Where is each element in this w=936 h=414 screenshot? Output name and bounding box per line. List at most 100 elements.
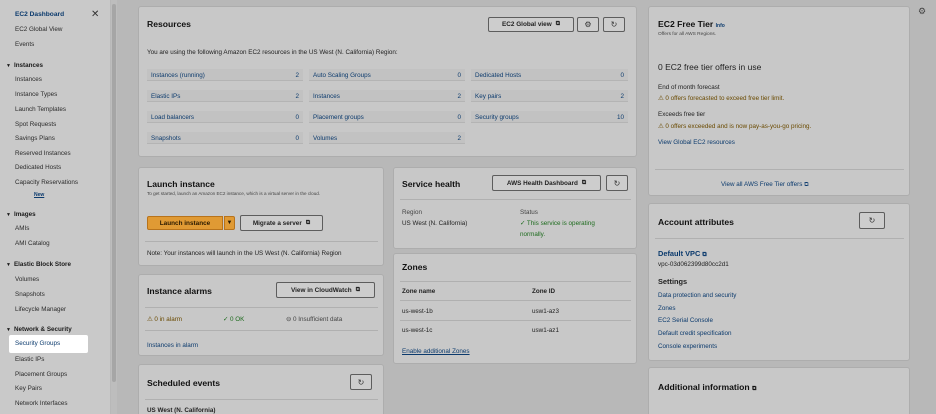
resource-label: Key pairs: [475, 93, 502, 100]
external-link-icon: ⧉: [305, 219, 311, 226]
zones-link[interactable]: Zones: [658, 305, 676, 312]
refresh-icon[interactable]: ↻: [606, 175, 628, 191]
ec2-serial-console-link[interactable]: EC2 Serial Console: [658, 317, 713, 324]
sidebar-item-events[interactable]: Events: [15, 41, 34, 48]
launch-instance-description: To get started, launch an Amazon EC2 ins…: [147, 191, 321, 196]
data-protection-link[interactable]: Data protection and security: [658, 292, 736, 299]
resource-cell[interactable]: Snapshots 0: [147, 132, 303, 144]
resources-title: Resources: [147, 19, 191, 29]
sidebar-item-key-pairs[interactable]: Key Pairs: [15, 385, 42, 392]
resource-cell[interactable]: Placement groups 0: [309, 111, 465, 123]
region-value: US West (N. California): [402, 220, 468, 227]
ok-count[interactable]: ✓ 0 OK: [223, 316, 244, 323]
insufficient-data-count[interactable]: ⊖ 0 Insufficient data: [286, 316, 342, 323]
sidebar-item-lifecycle-manager[interactable]: Lifecycle Manager: [15, 306, 66, 313]
sidebar-item-capacity-reservations[interactable]: Capacity Reservations: [15, 179, 78, 186]
caret-down-icon: ▼: [6, 212, 11, 218]
resource-cell[interactable]: Instances (running) 2: [147, 69, 303, 81]
view-in-cloudwatch-button[interactable]: View in CloudWatch ⧉: [276, 282, 375, 298]
settings-gear-icon[interactable]: ⚙: [918, 6, 926, 17]
status-text: This service is operating: [526, 220, 595, 227]
external-link-icon: ⧉: [752, 386, 757, 392]
caret-down-icon: ▼: [6, 262, 11, 268]
exceeds-label: Exceeds free tier: [658, 111, 706, 118]
sidebar-item-reserved-instances[interactable]: Reserved Instances: [15, 150, 71, 157]
divider: [655, 169, 904, 170]
resource-cell[interactable]: Key pairs 2: [471, 90, 628, 102]
sidebar-title[interactable]: EC2 Dashboard: [15, 11, 64, 18]
resource-label: Auto Scaling Groups: [313, 72, 371, 79]
resource-cell[interactable]: Instances 2: [309, 90, 465, 102]
resource-count: 2: [457, 135, 461, 142]
view-global-ec2-link[interactable]: View Global EC2 resources: [658, 139, 735, 146]
sidebar-section-images[interactable]: ▼ Images: [6, 211, 36, 218]
refresh-icon[interactable]: ↻: [859, 212, 885, 229]
sidebar-item-placement-groups[interactable]: Placement Groups: [15, 371, 67, 378]
divider: [145, 399, 378, 400]
caret-down-icon: ▼: [6, 63, 11, 69]
resource-label: Volumes: [313, 135, 338, 142]
resource-count: 0: [295, 135, 299, 142]
in-alarm-count[interactable]: ⚠ 0 in alarm: [147, 316, 182, 323]
account-attributes-title: Account attributes: [658, 217, 734, 227]
button-label: View in CloudWatch: [290, 286, 352, 294]
zones-panel: Zones Zone name Zone ID us-west-1b usw1-…: [393, 253, 637, 364]
additional-information-title: Additional information ⧉: [658, 382, 756, 393]
scheduled-events-title: Scheduled events: [147, 378, 221, 388]
resource-count: 0: [457, 72, 461, 79]
refresh-icon[interactable]: ↻: [350, 374, 372, 390]
resource-cell[interactable]: Load balancers 0: [147, 111, 303, 123]
aws-health-dashboard-button[interactable]: AWS Health Dashboard ⧉: [492, 175, 601, 191]
ok-text: 0 OK: [230, 316, 245, 323]
service-health-title: Service health: [402, 179, 461, 189]
default-credit-specification-link[interactable]: Default credit specification: [658, 330, 732, 337]
sidebar-item-network-interfaces[interactable]: Network Interfaces: [15, 400, 68, 407]
resource-cell[interactable]: Dedicated Hosts 0: [471, 69, 628, 81]
resource-cell[interactable]: Volumes 2: [309, 132, 465, 144]
sidebar-item-snapshots[interactable]: Snapshots: [15, 291, 45, 298]
sidebar-section-ebs[interactable]: ▼ Elastic Block Store: [6, 261, 71, 268]
sidebar-item-amis[interactable]: AMIs: [15, 225, 29, 232]
resource-cell[interactable]: Auto Scaling Groups 0: [309, 69, 465, 81]
migrate-server-button[interactable]: Migrate a server ⧉: [240, 215, 323, 231]
sidebar-item-global-view[interactable]: EC2 Global View: [15, 26, 63, 33]
resource-cell[interactable]: Security groups 10: [471, 111, 628, 123]
settings-gear-icon[interactable]: ⚙: [577, 17, 599, 32]
sidebar-item-dedicated-hosts[interactable]: Dedicated Hosts: [15, 164, 61, 171]
sidebar-item-savings-plans[interactable]: Savings Plans: [15, 135, 55, 142]
sidebar-item-label: Security Groups: [15, 340, 61, 347]
close-icon[interactable]: ✕: [91, 9, 99, 20]
new-badge: New: [34, 192, 45, 198]
resource-cell[interactable]: Elastic IPs 2: [147, 90, 303, 102]
instances-in-alarm-link[interactable]: Instances in alarm: [147, 342, 198, 349]
sidebar-item-ami-catalog[interactable]: AMI Catalog: [15, 240, 50, 247]
sidebar-item-volumes[interactable]: Volumes: [15, 276, 39, 283]
console-experiments-link[interactable]: Console experiments: [658, 343, 717, 350]
sidebar-section-network[interactable]: ▼ Network & Security: [6, 326, 72, 333]
warning-icon: ⚠: [658, 123, 664, 130]
sidebar-item-spot-requests[interactable]: Spot Requests: [15, 121, 56, 128]
resource-count: 2: [620, 93, 624, 100]
zone-name-header: Zone name: [402, 288, 436, 295]
sidebar-item-instances[interactable]: Instances: [15, 76, 42, 83]
free-tier-title-text: EC2 Free Tier: [658, 19, 714, 29]
section-label: Images: [13, 211, 36, 218]
resource-count: 2: [295, 72, 299, 79]
sidebar-item-instance-types[interactable]: Instance Types: [15, 91, 57, 98]
status-value-line2: normally.: [520, 231, 546, 238]
launch-instance-button[interactable]: Launch instance: [147, 216, 223, 230]
sidebar-item-launch-templates[interactable]: Launch Templates: [15, 106, 66, 113]
sidebar-item-security-groups[interactable]: Security Groups: [9, 335, 88, 353]
launch-dropdown-icon[interactable]: ▼: [224, 216, 235, 230]
all-free-tier-offers-link[interactable]: View all AWS Free Tier offers ⧉: [721, 181, 808, 189]
sidebar-scrollbar-thumb[interactable]: [112, 4, 116, 382]
sidebar-item-elastic-ips[interactable]: Elastic IPs: [15, 356, 44, 363]
enable-additional-zones-link[interactable]: Enable additional Zones: [402, 348, 470, 355]
resource-count: 0: [295, 114, 299, 121]
default-vpc-link[interactable]: Default VPC ⧉: [658, 249, 707, 259]
refresh-icon[interactable]: ↻: [603, 17, 625, 32]
sidebar-section-instances[interactable]: ▼ Instances: [6, 62, 43, 69]
ec2-global-view-button[interactable]: EC2 Global view ⧉: [488, 17, 574, 32]
info-link[interactable]: Info: [716, 23, 725, 29]
launch-instance-panel: Launch instance To get started, launch a…: [138, 167, 384, 266]
